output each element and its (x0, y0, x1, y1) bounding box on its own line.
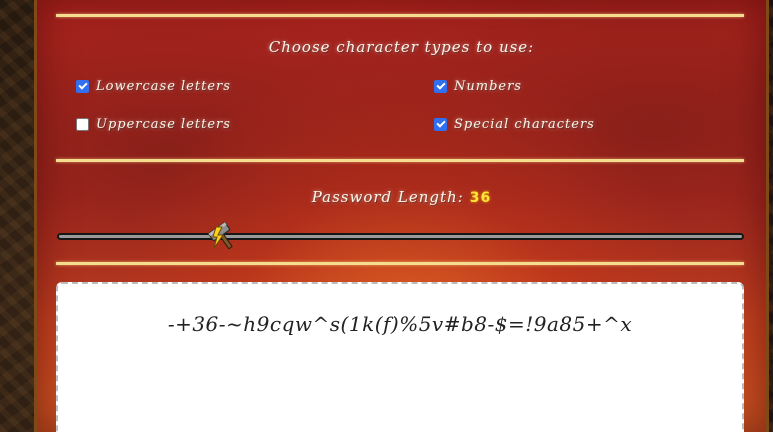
special-checkbox[interactable] (434, 118, 447, 131)
character-types-heading: Choose character types to use: (268, 38, 535, 56)
option-special[interactable]: Special characters (434, 117, 595, 132)
option-numbers[interactable]: Numbers (434, 79, 522, 94)
divider-bottom (56, 262, 744, 265)
lowercase-checkbox[interactable] (76, 80, 89, 93)
option-lowercase[interactable]: Lowercase letters (76, 79, 231, 94)
uppercase-checkbox[interactable] (76, 118, 89, 131)
lowercase-label: Lowercase letters (96, 79, 231, 94)
length-slider[interactable] (57, 222, 744, 250)
generated-password[interactable]: -+36-~h9cqw^s(1k(f)%5v#b8-$=!9a85+^x (58, 312, 742, 336)
divider-middle (56, 159, 744, 162)
password-length-label: Password Length: (311, 188, 464, 206)
password-length-value: 36 (469, 190, 492, 206)
uppercase-label: Uppercase letters (96, 117, 231, 132)
numbers-label: Numbers (454, 79, 522, 94)
password-output-box[interactable]: -+36-~h9cqw^s(1k(f)%5v#b8-$=!9a85+^x (56, 282, 744, 432)
divider-top (56, 14, 744, 17)
password-length-row: Password Length: 36 (34, 188, 769, 206)
special-label: Special characters (454, 117, 595, 132)
option-uppercase[interactable]: Uppercase letters (76, 117, 231, 132)
numbers-checkbox[interactable] (434, 80, 447, 93)
hammer-lightning-icon[interactable] (207, 221, 239, 253)
